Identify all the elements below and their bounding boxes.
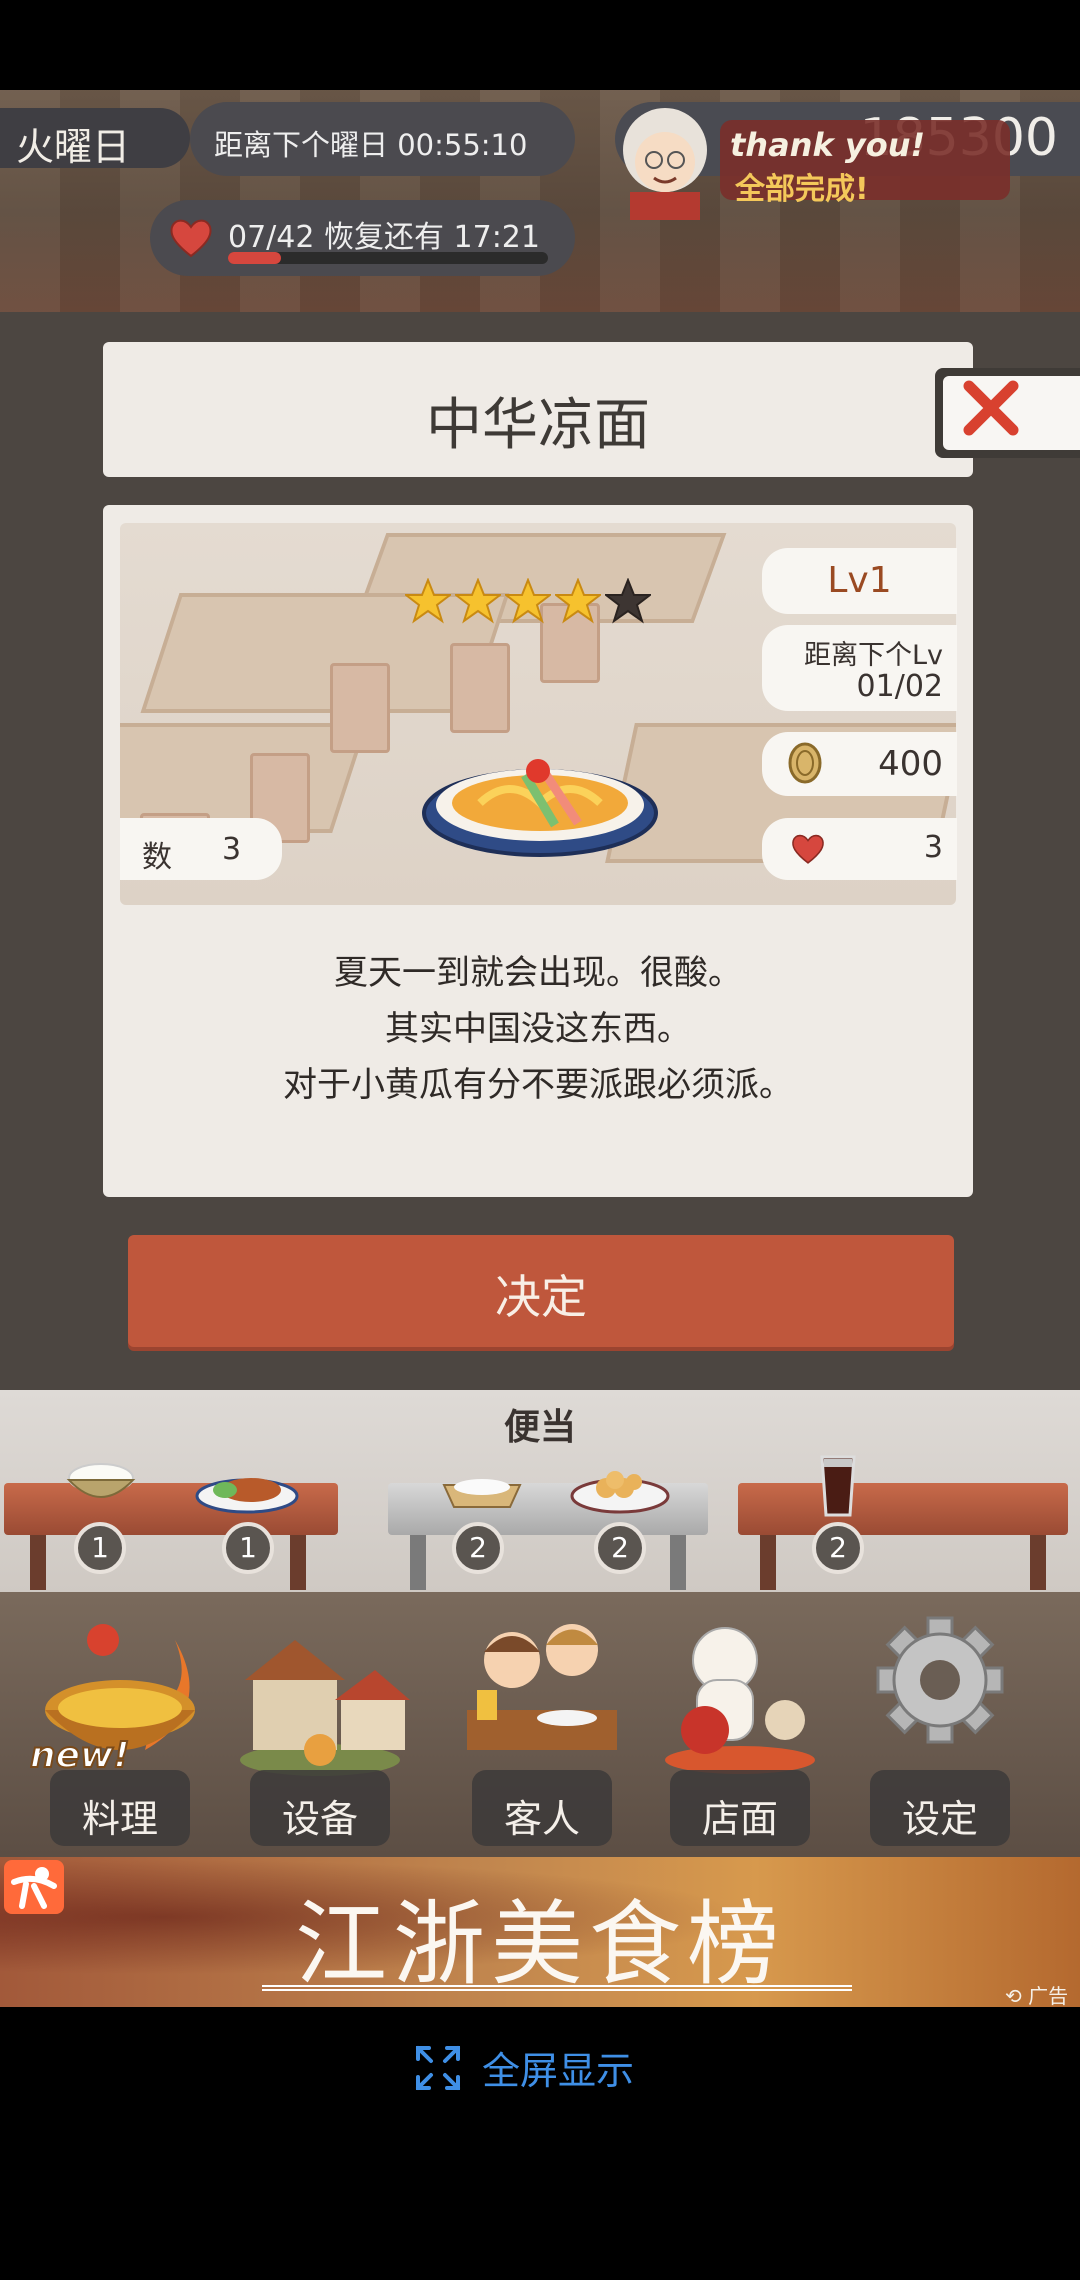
- rice-tray-icon[interactable]: [440, 1475, 524, 1511]
- heart-icon: [792, 834, 824, 864]
- level-tab: Lv1: [762, 548, 957, 614]
- menu-label: 料理: [81, 1797, 158, 1841]
- bench-leg: [670, 1535, 686, 1590]
- bench-leg: [1030, 1535, 1046, 1590]
- close-button[interactable]: [935, 368, 1080, 458]
- hearts-progress-bar: [228, 252, 548, 264]
- star-filled-icon: [555, 578, 601, 624]
- menu-label: 设定: [901, 1797, 978, 1841]
- menu-label: 客人: [503, 1797, 580, 1841]
- bento-title: 便当: [503, 1407, 576, 1448]
- gear-icon: [876, 1616, 1004, 1744]
- menu-item-equipment[interactable]: 设备: [225, 1600, 415, 1850]
- ad-headline: 江浙美食榜: [294, 1891, 785, 1998]
- weekday-label: 火曜日: [16, 125, 131, 169]
- ad-underline: [262, 1985, 852, 1991]
- granny-face-icon: [623, 108, 707, 220]
- ad-mark: ⟲ 广告: [1005, 1984, 1069, 2008]
- menu-label-bg: 料理: [50, 1770, 190, 1846]
- next-level-progress: 01/02: [856, 669, 943, 704]
- all-done-text: 全部完成!: [735, 172, 869, 207]
- menu-label: 设备: [281, 1797, 358, 1841]
- bench-leg: [410, 1535, 426, 1590]
- star-filled-icon: [505, 578, 551, 624]
- bench-leg: [30, 1535, 46, 1590]
- heart-cost-value: 3: [923, 830, 943, 865]
- thank-you-text: thank you!: [730, 126, 926, 164]
- bench-leg: [290, 1535, 306, 1590]
- menu-label-bg: 设定: [870, 1770, 1010, 1846]
- star-empty-icon: [605, 578, 651, 624]
- count-tab: 数 3: [120, 818, 282, 880]
- next-weekday-timer: 距离下个曜日 00:55:10: [190, 102, 575, 176]
- count-badge: 1: [222, 1522, 274, 1574]
- level-value: Lv1: [827, 560, 892, 601]
- lucky-cat-icon: [665, 1627, 815, 1774]
- description-line: 其实中国没这东西。: [385, 1009, 691, 1049]
- dish-image: [420, 745, 660, 860]
- menu-label-bg: 店面: [670, 1770, 810, 1846]
- count-badge: 2: [594, 1522, 646, 1574]
- menu-item-customers[interactable]: 客人: [447, 1600, 637, 1850]
- count-badge: 2: [452, 1522, 504, 1574]
- bench: [738, 1483, 1068, 1535]
- menu-item-cooking[interactable]: 料理: [25, 1600, 215, 1850]
- dish-description: 夏天一到就会出现。很酸。 其实中国没这东西。 对于小黄瓜有分不要派跟必须派。: [103, 945, 973, 1113]
- heart-cost-tab: 3: [762, 818, 957, 880]
- rice-bowl-icon[interactable]: [62, 1462, 140, 1506]
- coin-icon: [788, 742, 822, 784]
- count-badge: 1: [74, 1522, 126, 1574]
- price-value: 400: [878, 744, 943, 784]
- hearts-pill: 07/42 恢复还有 17:21: [150, 200, 575, 276]
- completion-banner[interactable]: thank you! 全部完成!: [600, 100, 1040, 220]
- fullscreen-icon[interactable]: [415, 2045, 461, 2091]
- menu-label-bg: 设备: [250, 1770, 390, 1846]
- star-filled-icon: [455, 578, 501, 624]
- ad-mark-label: 广告: [1028, 1984, 1069, 2008]
- close-icon: [963, 380, 1019, 436]
- weekday-pill: 火曜日: [0, 108, 190, 169]
- description-line: 对于小黄瓜有分不要派跟必须派。: [283, 1065, 793, 1105]
- next-level-label: 距离下个Lv: [803, 640, 943, 671]
- next-level-tab: 距离下个Lv 01/02: [762, 625, 957, 711]
- menu-item-settings[interactable]: 设定: [845, 1600, 1035, 1850]
- cola-glass-icon[interactable]: [818, 1455, 858, 1517]
- count-badge: 2: [812, 1522, 864, 1574]
- count-value: 3: [222, 832, 242, 867]
- new-badge: new!: [29, 1734, 131, 1777]
- dish-name: 中华凉面: [426, 393, 650, 458]
- star-filled-icon: [405, 578, 451, 624]
- menu-label: 店面: [701, 1797, 778, 1841]
- customers-icon: [467, 1624, 617, 1750]
- dumpling-plate-icon[interactable]: [570, 1468, 670, 1514]
- price-tab: 400: [762, 732, 957, 796]
- confirm-label: 决定: [495, 1270, 587, 1324]
- katsu-plate-icon[interactable]: [195, 1470, 299, 1514]
- hearts-label: 07/42 恢复还有 17:21: [228, 220, 540, 255]
- description-line: 夏天一到就会出现。很酸。: [334, 953, 742, 993]
- bench-leg: [760, 1535, 776, 1590]
- confirm-button[interactable]: 决定: [128, 1235, 954, 1347]
- heart-icon: [170, 219, 212, 258]
- fullscreen-label[interactable]: 全屏显示: [482, 2040, 634, 2095]
- house-icon: [240, 1640, 410, 1776]
- next-weekday-label: 距离下个曜日 00:55:10: [214, 128, 528, 162]
- dish-title-card: 中华凉面: [103, 342, 973, 477]
- menu-label-bg: 客人: [472, 1770, 612, 1846]
- count-label: 数: [142, 840, 172, 875]
- menu-item-storefront[interactable]: 店面: [645, 1600, 835, 1850]
